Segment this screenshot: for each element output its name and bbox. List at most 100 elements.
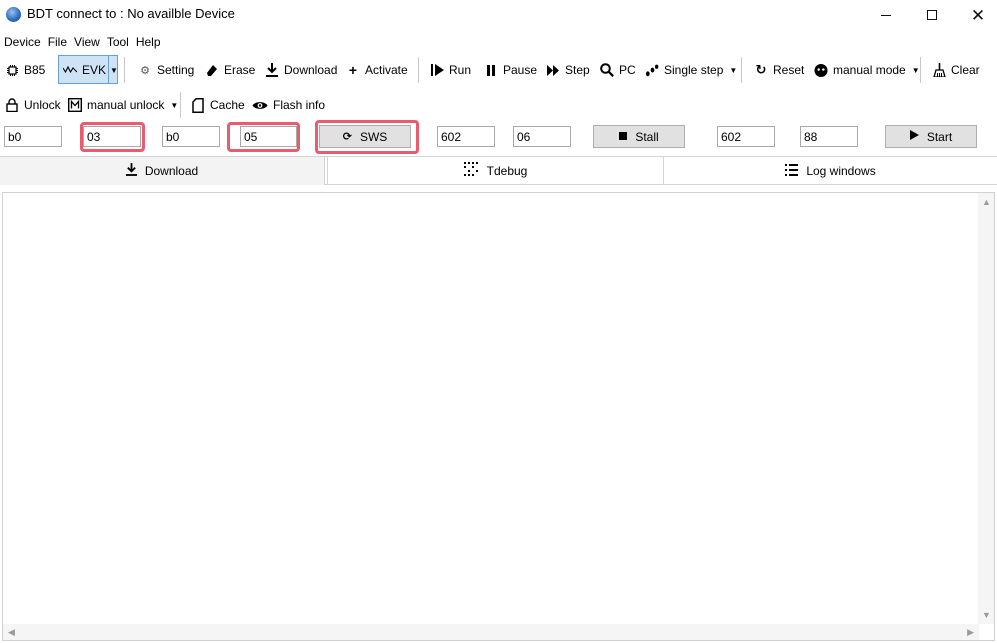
- unlock-label: Unlock: [24, 98, 61, 112]
- stall-button[interactable]: Stall: [593, 125, 685, 148]
- download-icon: [265, 63, 279, 77]
- manual-mode-label: manual mode: [833, 63, 906, 77]
- pc-label: PC: [619, 63, 636, 77]
- caret-down-icon: ▼: [911, 65, 920, 75]
- app-globe-icon: [6, 7, 21, 22]
- log-output-area[interactable]: ▲ ▼ ◀ ▶: [2, 192, 995, 641]
- mode-icon: [814, 63, 828, 77]
- stall-address-field[interactable]: [437, 126, 495, 147]
- m-box-icon: [68, 98, 82, 112]
- chip-icon: [5, 63, 19, 77]
- highlight-frame: [227, 122, 300, 152]
- erase-button[interactable]: Erase: [205, 59, 255, 81]
- setting-label: Setting: [157, 63, 195, 77]
- activate-label: Activate: [365, 63, 408, 77]
- board-button[interactable]: EVK: [63, 59, 106, 81]
- start-button[interactable]: Start: [885, 125, 977, 148]
- manual-mode-dropdown[interactable]: manual mode ▼: [814, 59, 920, 81]
- tab-download-label: Download: [144, 164, 199, 178]
- run-label: Run: [449, 63, 472, 77]
- gear-icon: ⚙: [140, 64, 150, 77]
- start-value-field[interactable]: [800, 126, 858, 147]
- step-button[interactable]: Step: [546, 59, 590, 81]
- pause-button[interactable]: Pause: [484, 59, 537, 81]
- unlock-button[interactable]: Unlock: [5, 94, 61, 116]
- close-icon: ✕: [970, 5, 986, 25]
- download-button[interactable]: Download: [265, 59, 337, 81]
- menu-bar: Device File View Tool Help: [0, 32, 164, 52]
- reset-button[interactable]: ↻ Reset: [754, 59, 805, 81]
- search-icon: [600, 63, 614, 77]
- run-button[interactable]: Run: [430, 59, 471, 81]
- title-bar: BDT connect to : No availble Device ✕: [0, 0, 997, 30]
- pause-label: Pause: [503, 63, 538, 77]
- board-dropdown-button[interactable]: ▼: [110, 59, 118, 81]
- lock-icon: [5, 98, 19, 112]
- highlight-frame: [315, 120, 419, 154]
- start-label: Start: [926, 129, 953, 144]
- minimize-icon: [881, 14, 891, 16]
- view-tabs: Download Tdebug Log windows: [0, 156, 997, 185]
- caret-down-icon: ▼: [110, 65, 118, 75]
- toolbar-separator: [920, 57, 921, 83]
- step-label: Step: [565, 63, 590, 77]
- flash-info-button[interactable]: Flash info: [252, 94, 325, 116]
- stall-value-field[interactable]: [513, 126, 571, 147]
- close-button[interactable]: ✕: [955, 0, 997, 30]
- stall-label: Stall: [635, 129, 659, 144]
- tab-download[interactable]: Download: [0, 157, 325, 185]
- pause-icon: [484, 63, 498, 77]
- scroll-right-icon[interactable]: ▶: [967, 627, 974, 638]
- tab-log-windows-label: Log windows: [806, 164, 876, 178]
- waveform-icon: [63, 63, 77, 77]
- toolbar-separator: [418, 57, 419, 83]
- menu-view[interactable]: View: [71, 35, 103, 49]
- clear-label: Clear: [951, 63, 980, 77]
- menu-help[interactable]: Help: [133, 35, 164, 49]
- toolbar-separator: [124, 57, 125, 83]
- single-step-label: Single step: [664, 63, 724, 77]
- binary-grid-icon: [463, 162, 479, 180]
- tab-tdebug-label: Tdebug: [486, 164, 528, 178]
- plus-icon: +: [348, 62, 358, 78]
- vertical-scrollbar[interactable]: ▲ ▼: [978, 193, 994, 624]
- sws-address-field-2[interactable]: [162, 126, 220, 147]
- clear-button[interactable]: Clear: [932, 59, 980, 81]
- download-label: Download: [284, 63, 338, 77]
- chip-button[interactable]: B85: [5, 59, 45, 81]
- scroll-left-icon[interactable]: ◀: [8, 627, 15, 638]
- sws-address-field-1[interactable]: [4, 126, 62, 147]
- tab-tdebug[interactable]: Tdebug: [328, 157, 663, 185]
- toolbar-separator: [741, 57, 742, 83]
- manual-unlock-dropdown[interactable]: manual unlock ▼: [68, 94, 178, 116]
- download-icon: [125, 163, 137, 179]
- maximize-button[interactable]: [909, 0, 955, 30]
- start-address-field[interactable]: [717, 126, 775, 147]
- broom-icon: [932, 63, 946, 77]
- caret-down-icon: ▼: [729, 65, 738, 75]
- highlight-frame: [80, 122, 145, 152]
- scroll-up-icon[interactable]: ▲: [982, 197, 991, 207]
- setting-button[interactable]: ⚙ Setting: [138, 59, 194, 81]
- reset-label: Reset: [773, 63, 805, 77]
- play-bar-icon: [430, 63, 444, 77]
- activate-button[interactable]: + Activate: [346, 59, 408, 81]
- single-step-dropdown[interactable]: Single step ▼: [645, 59, 737, 81]
- window-title: BDT connect to : No availble Device: [27, 6, 235, 21]
- minimize-button[interactable]: [863, 0, 909, 30]
- footsteps-icon: [645, 63, 659, 77]
- scroll-down-icon[interactable]: ▼: [982, 610, 991, 620]
- horizontal-scrollbar[interactable]: ◀ ▶: [3, 624, 979, 640]
- sd-card-icon: [191, 97, 205, 113]
- fast-forward-icon: [546, 63, 560, 77]
- maximize-icon: [927, 10, 937, 20]
- eye-icon: [252, 98, 268, 112]
- tab-log-windows[interactable]: Log windows: [664, 157, 997, 185]
- manual-unlock-label: manual unlock: [87, 98, 165, 112]
- menu-tool[interactable]: Tool: [104, 35, 132, 49]
- caret-down-icon: ▼: [170, 100, 179, 110]
- menu-file[interactable]: File: [45, 35, 70, 49]
- cache-button[interactable]: Cache: [191, 94, 245, 116]
- pc-button[interactable]: PC: [600, 59, 636, 81]
- menu-device[interactable]: Device: [1, 35, 44, 49]
